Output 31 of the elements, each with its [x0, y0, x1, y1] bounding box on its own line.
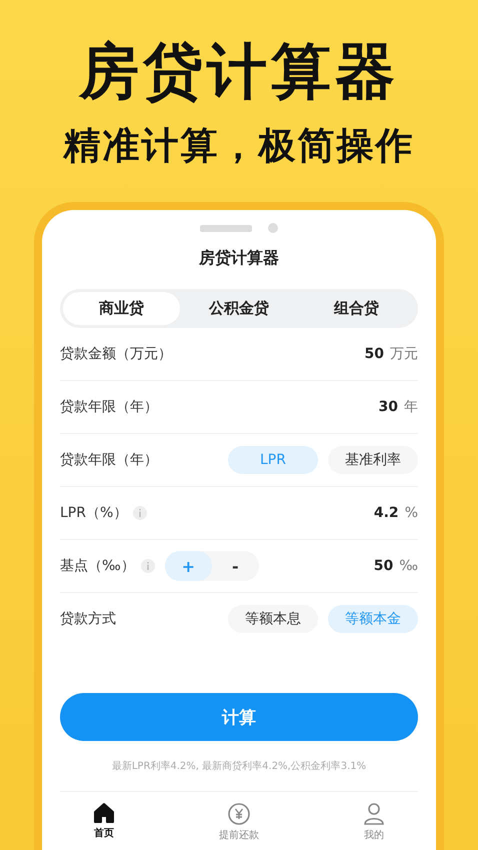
rate-note: 最新LPR利率4.2%, 最新商贷利率4.2%,公积金利率3.1%: [110, 760, 368, 773]
field-label: 贷款年限（年）: [60, 398, 158, 416]
info-icon[interactable]: [140, 559, 155, 573]
subtitle: 精准计算，极简操作: [64, 123, 414, 169]
unit-label: ‰: [399, 558, 418, 574]
tab[interactable]: 商业贷: [63, 292, 180, 325]
field-value[interactable]: 30: [378, 399, 398, 415]
option-button[interactable]: 等额本息: [228, 605, 318, 633]
nav-label[interactable]: 首页: [94, 826, 114, 840]
unit-label: 年: [404, 398, 418, 416]
field-value[interactable]: 4.2: [374, 505, 399, 521]
camera-dot: [268, 223, 278, 233]
speaker-slot: [200, 224, 252, 232]
unit-label: 万元: [390, 345, 418, 363]
field-value[interactable]: 50: [374, 558, 394, 574]
field-label: 贷款方式: [60, 610, 116, 628]
field-value[interactable]: 50: [364, 346, 384, 362]
option-button[interactable]: 基准利率: [328, 446, 418, 474]
tab[interactable]: 公积金贷: [180, 292, 298, 325]
field-label: 贷款金额（万元）: [60, 345, 172, 363]
screen-title: 房贷计算器: [198, 248, 280, 269]
headline: 房贷计算器: [79, 36, 399, 109]
nav-label[interactable]: 我的: [364, 828, 384, 842]
field-label: LPR（%）: [60, 504, 128, 522]
tab[interactable]: 组合贷: [298, 292, 415, 325]
nav-label[interactable]: 提前还款: [219, 828, 259, 842]
info-icon[interactable]: [133, 506, 148, 520]
unit-label: %: [404, 505, 418, 521]
stepper-button[interactable]: -: [212, 551, 259, 581]
field-label: 贷款年限（年）: [60, 451, 158, 469]
field-label: 基点（‰）: [60, 557, 135, 575]
